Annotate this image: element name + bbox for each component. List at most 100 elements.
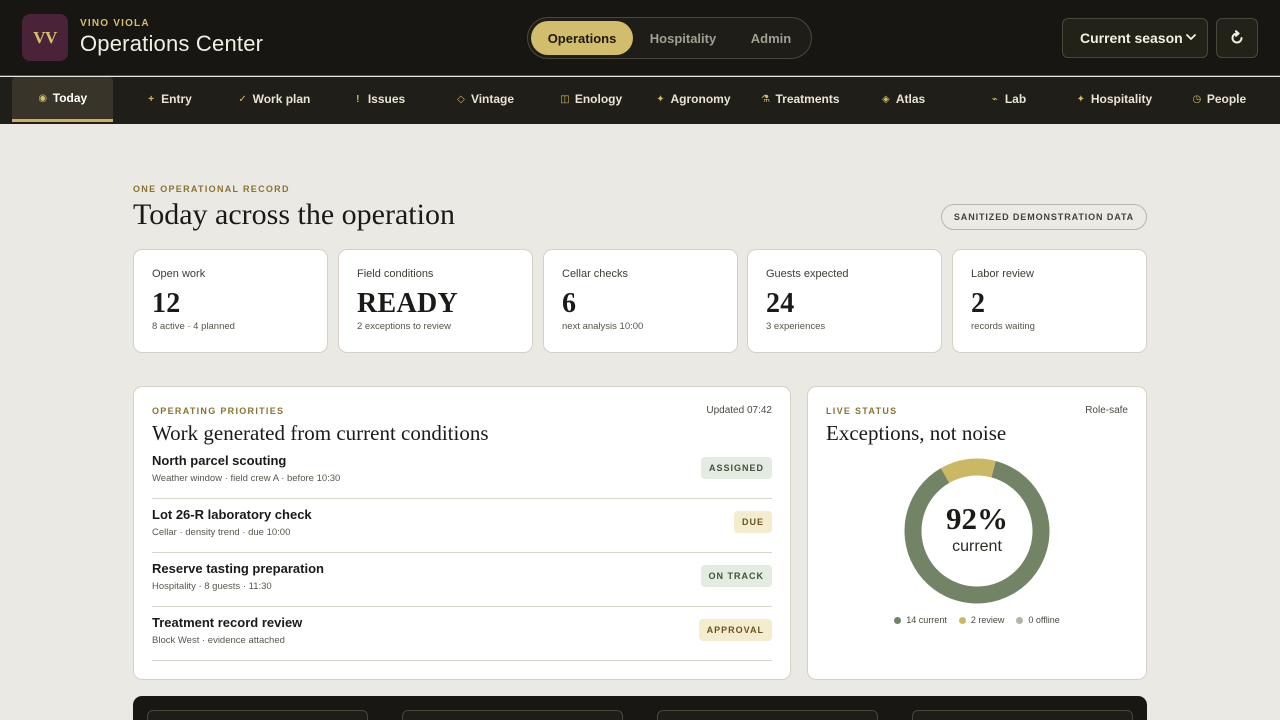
- legend-item-review: 2 review: [958, 615, 1004, 625]
- alert-icon: !: [356, 93, 360, 105]
- bottom-tile[interactable]: [912, 710, 1133, 720]
- mode-hospitality-button[interactable]: Hospitality: [636, 21, 730, 55]
- legend-label: 0 offline: [1028, 615, 1060, 625]
- status-badge: APPROVAL: [698, 619, 772, 641]
- priority-detail: Cellar · density trend · due 10:00: [152, 527, 291, 538]
- mode-admin-button[interactable]: Admin: [733, 21, 809, 55]
- nav-entry[interactable]: + Entry: [130, 77, 208, 121]
- nav-label: People: [1206, 92, 1247, 106]
- season-select-value: Current season: [1080, 30, 1183, 46]
- stat-card-open-work[interactable]: Open work 12 8 active · 4 planned: [133, 249, 328, 353]
- nav-label: Agronomy: [670, 92, 731, 106]
- brand-logo[interactable]: VV: [22, 14, 68, 61]
- nav-agronomy[interactable]: ✦ Agronomy: [646, 77, 740, 121]
- brand-kicker: VINO VIOLA: [80, 18, 150, 29]
- nav-treatments[interactable]: ⚗ Treatments: [752, 77, 848, 121]
- nav-vintage[interactable]: ◇ Vintage: [442, 77, 528, 121]
- donut-label: current: [952, 538, 1002, 555]
- app-title: Operations Center: [80, 31, 264, 56]
- barrel-icon: ◫: [560, 93, 570, 105]
- refresh-button[interactable]: [1216, 18, 1258, 58]
- priority-name: Treatment record review: [152, 615, 303, 630]
- nav-issues[interactable]: ! Issues: [340, 77, 418, 121]
- nav-work-plan[interactable]: ✓ Work plan: [224, 77, 324, 121]
- sparkle-icon: ✦: [1076, 93, 1086, 105]
- stat-sub: 3 experiences: [766, 321, 826, 332]
- season-select[interactable]: Current season: [1062, 18, 1208, 58]
- stat-value: READY: [357, 288, 459, 319]
- stat-label: Labor review: [971, 268, 1034, 280]
- nav-label: Today: [52, 91, 88, 105]
- lab-icon: ⌁: [991, 93, 998, 105]
- stat-sub: 8 active · 4 planned: [152, 321, 235, 332]
- live-status-kicker: LIVE STATUS: [826, 406, 898, 416]
- priority-item[interactable]: Reserve tasting preparation Hospitality …: [152, 553, 772, 607]
- status-badge: DUE: [733, 511, 772, 533]
- page-title: Today across the operation: [133, 198, 455, 231]
- priorities-updated: Updated 07:42: [706, 405, 772, 416]
- primary-nav: ◉ Today + Entry ✓ Work plan ! Issues ◇ V…: [0, 77, 1280, 124]
- nav-label: Hospitality: [1090, 92, 1153, 106]
- nav-today[interactable]: ◉ Today: [12, 77, 113, 122]
- check-icon: ✓: [238, 93, 247, 105]
- stat-value: 24: [766, 288, 795, 319]
- nav-atlas[interactable]: ◈ Atlas: [868, 77, 938, 121]
- stat-card-field-conditions[interactable]: Field conditions READY 2 exceptions to r…: [338, 249, 533, 353]
- legend-item-current: 14 current: [894, 615, 947, 625]
- stat-label: Cellar checks: [562, 268, 629, 280]
- priorities-kicker: OPERATING PRIORITIES: [152, 406, 285, 416]
- legend-label: 14 current: [906, 615, 947, 625]
- nav-label: Atlas: [895, 92, 926, 106]
- bottom-tile[interactable]: [657, 710, 878, 720]
- stat-value: 6: [562, 288, 577, 319]
- nav-label: Lab: [1004, 92, 1027, 106]
- nav-enology[interactable]: ◫ Enology: [546, 77, 636, 121]
- nav-label: Vintage: [470, 92, 515, 106]
- stat-card-labor-review[interactable]: Labor review 2 records waiting: [952, 249, 1147, 353]
- stat-label: Field conditions: [357, 268, 434, 280]
- stat-value: 12: [152, 288, 181, 319]
- priority-detail: Hospitality · 8 guests · 11:30: [152, 581, 272, 592]
- donut-legend: 14 current 2 review 0 offline: [808, 615, 1146, 625]
- priority-item[interactable]: Lot 26-R laboratory check Cellar · densi…: [152, 499, 772, 553]
- nav-lab[interactable]: ⌁ Lab: [978, 77, 1038, 121]
- live-status-card: LIVE STATUS Role-safe Exceptions, not no…: [807, 386, 1147, 680]
- nav-hospitality[interactable]: ✦ Hospitality: [1066, 77, 1162, 121]
- stat-value: 2: [971, 288, 986, 319]
- demo-data-badge: SANITIZED DEMONSTRATION DATA: [941, 204, 1147, 230]
- status-donut: 92% current: [903, 457, 1051, 605]
- nav-people[interactable]: ◷ People: [1182, 77, 1256, 121]
- diamond-icon: ◇: [457, 93, 465, 105]
- stat-card-guests-expected[interactable]: Guests expected 24 3 experiences: [747, 249, 942, 353]
- priority-name: Reserve tasting preparation: [152, 561, 324, 576]
- donut-percent: 92%: [946, 501, 1008, 536]
- status-badge: ON TRACK: [700, 565, 772, 587]
- map-diamond-icon: ◈: [881, 93, 890, 105]
- priority-item[interactable]: North parcel scouting Weather window · f…: [152, 445, 772, 499]
- priorities-title: Work generated from current conditions: [152, 421, 489, 445]
- nav-label: Treatments: [775, 92, 840, 106]
- today-icon: ◉: [38, 92, 48, 104]
- live-status-meta: Role-safe: [1085, 405, 1128, 416]
- bottom-tile[interactable]: [147, 710, 368, 720]
- dot-icon: [1016, 616, 1024, 624]
- nav-label: Enology: [574, 92, 623, 106]
- bottom-panel: [133, 696, 1147, 720]
- stat-sub: records waiting: [971, 321, 1035, 332]
- plus-icon: +: [148, 93, 155, 105]
- bottom-tile[interactable]: [402, 710, 623, 720]
- stat-card-cellar-checks[interactable]: Cellar checks 6 next analysis 10:00: [543, 249, 738, 353]
- people-icon: ◷: [1192, 93, 1202, 105]
- live-status-title: Exceptions, not noise: [826, 421, 1007, 445]
- refresh-icon: [1231, 30, 1243, 44]
- page-kicker: ONE OPERATIONAL RECORD: [133, 184, 290, 194]
- priority-detail: Block West · evidence attached: [152, 635, 285, 646]
- mode-operations-button[interactable]: Operations: [531, 21, 633, 55]
- priority-item[interactable]: Treatment record review Block West · evi…: [152, 607, 772, 661]
- top-bar: VV VINO VIOLA Operations Center Operatio…: [0, 0, 1280, 76]
- nav-label: Work plan: [252, 92, 311, 106]
- nav-label: Entry: [161, 92, 192, 106]
- chevron-down-icon: [1186, 34, 1196, 40]
- operating-priorities-card: OPERATING PRIORITIES Updated 07:42 Work …: [133, 386, 791, 680]
- priority-name: North parcel scouting: [152, 453, 287, 468]
